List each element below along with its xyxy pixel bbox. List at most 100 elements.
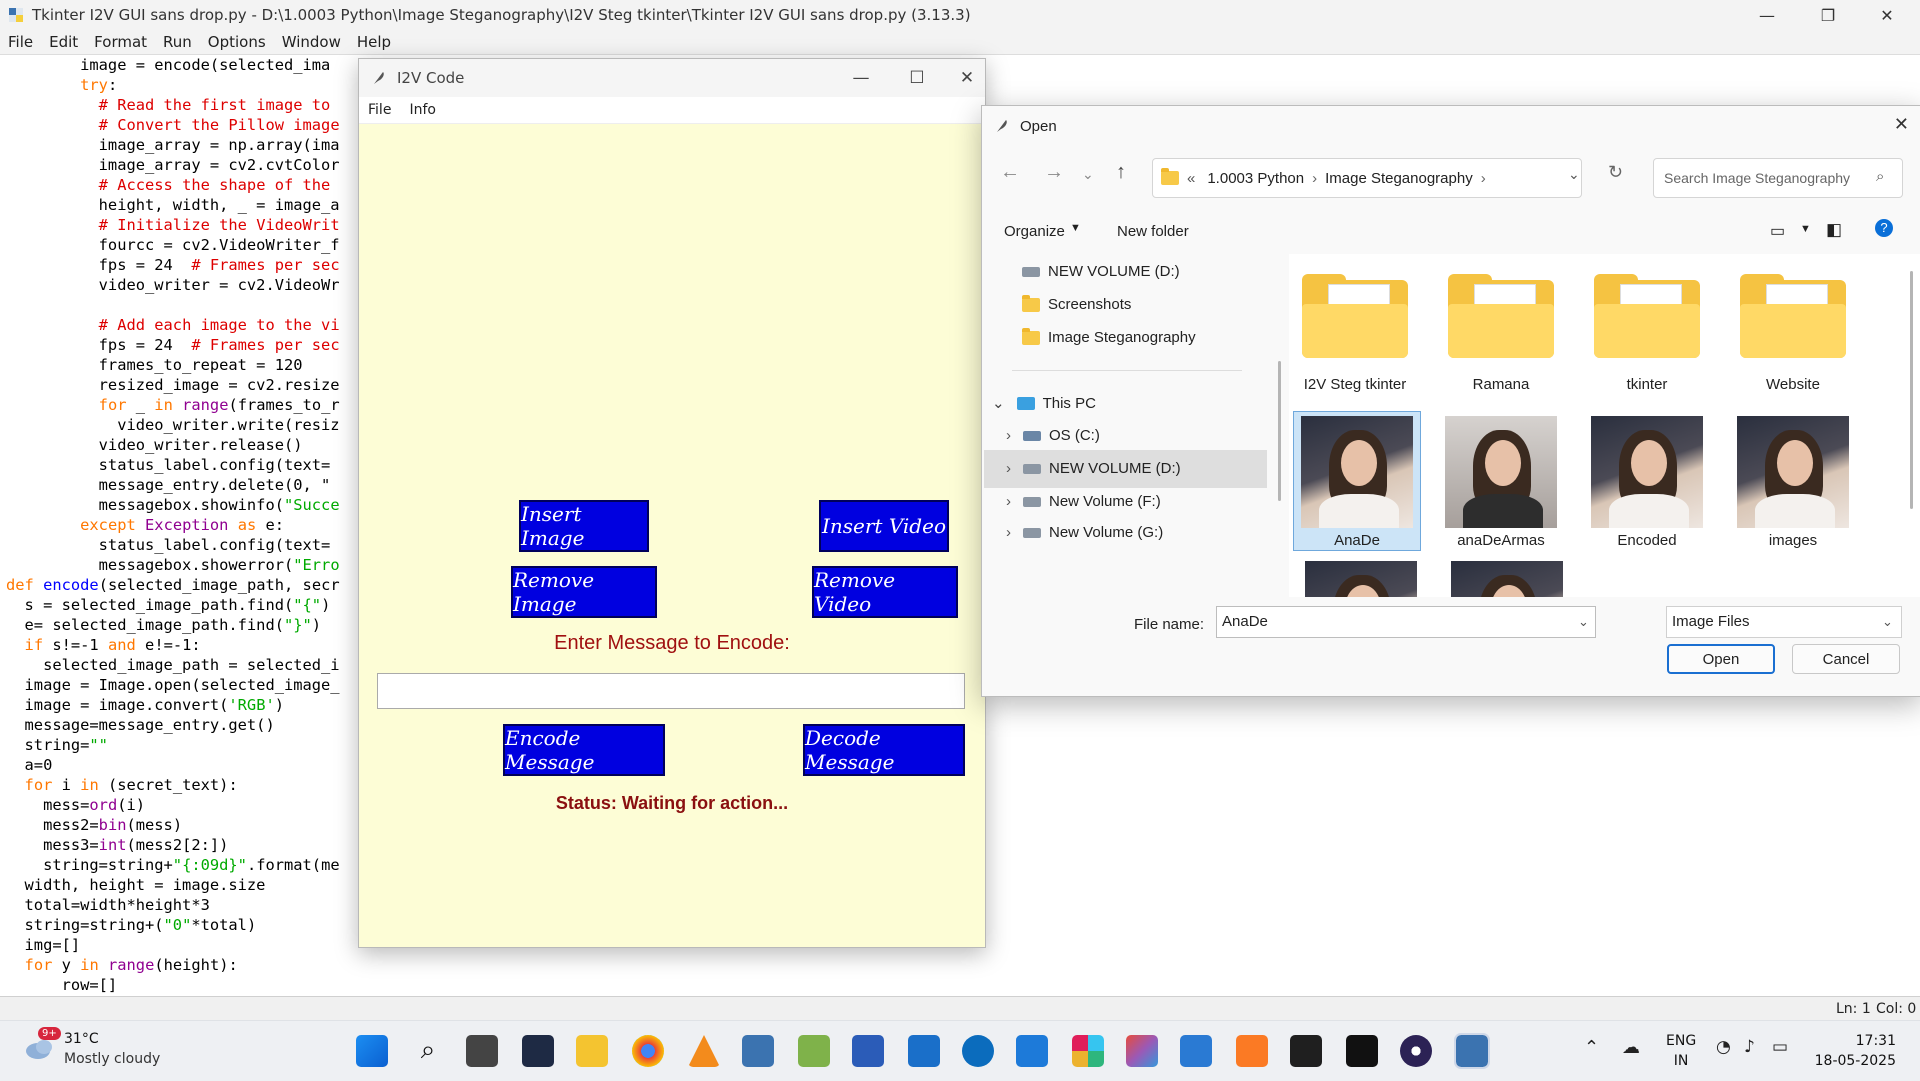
file-anade[interactable]: AnaDe (1293, 411, 1421, 551)
slack-icon[interactable] (1072, 1035, 1104, 1067)
clock[interactable]: 17:31 18-05-2025 (1815, 1031, 1896, 1071)
help-icon[interactable]: ? (1875, 219, 1893, 237)
content-scrollbar[interactable] (1910, 271, 1913, 509)
vlc-icon[interactable] (688, 1035, 720, 1067)
nav-item-image-steganography[interactable]: Image Steganography (1022, 327, 1196, 346)
folder-tkinter[interactable]: tkinter (1582, 274, 1712, 393)
nav-item-label: NEW VOLUME (D:) (1049, 460, 1181, 477)
search-input[interactable]: Search Image Steganography (1653, 158, 1903, 198)
python-idle-icon[interactable] (1454, 1033, 1490, 1069)
forward-arrow-icon[interactable]: → (1044, 161, 1064, 184)
menu-format[interactable]: Format (86, 33, 155, 51)
refresh-icon[interactable]: ↻ (1608, 162, 1623, 183)
dev-home-icon[interactable] (522, 1035, 554, 1067)
file-name-input[interactable]: AnaDe (1216, 606, 1596, 638)
minimize-button[interactable]: — (1744, 0, 1790, 30)
open-button[interactable]: Open (1667, 644, 1775, 674)
app-icon[interactable] (1126, 1035, 1158, 1067)
folder-ramana[interactable]: Ramana (1436, 274, 1566, 393)
nav-item-this-pc[interactable]: ⌄ This PC (992, 394, 1096, 413)
i2v-menu-file[interactable]: File (359, 102, 400, 118)
breadcrumb-overflow[interactable]: « (1187, 170, 1195, 187)
address-bar[interactable]: « 1.0003 Python › Image Steganography › (1152, 158, 1582, 198)
restore-button[interactable]: ❐ (1805, 0, 1851, 30)
insert-video-button[interactable]: Insert Video (819, 500, 949, 552)
caret-down-icon[interactable]: ▼ (1800, 223, 1811, 235)
preview-pane-icon[interactable]: ◧ (1826, 220, 1842, 240)
address-dropdown-icon[interactable]: ⌄ (1568, 166, 1580, 183)
nav-item-new-volume-g[interactable]: › New Volume (G:) (1006, 524, 1163, 541)
file-type-select[interactable]: Image Files (1666, 606, 1902, 638)
store-icon[interactable] (1016, 1035, 1048, 1067)
chevron-down-icon[interactable]: ⌄ (1578, 614, 1589, 630)
eclipse-icon[interactable] (1400, 1035, 1432, 1067)
chrome-icon[interactable] (632, 1035, 664, 1067)
menu-file[interactable]: File (0, 33, 41, 51)
cancel-button[interactable]: Cancel (1792, 644, 1900, 674)
nav-item-new-volume-d-drive[interactable]: › NEW VOLUME (D:) (1006, 460, 1181, 477)
nav-item-new-volume-f[interactable]: › New Volume (F:) (1006, 493, 1161, 510)
file-explorer-icon[interactable] (576, 1035, 608, 1067)
breadcrumb-python[interactable]: 1.0003 Python (1207, 170, 1304, 187)
nav-item-new-volume-d[interactable]: NEW VOLUME (D:) (1022, 263, 1180, 280)
word-icon[interactable] (852, 1035, 884, 1067)
i2v-minimize-button[interactable]: — (833, 59, 889, 97)
onedrive-icon[interactable]: ☁ (1622, 1037, 1640, 1058)
dell-icon[interactable] (962, 1035, 994, 1067)
chevron-down-icon[interactable]: ⌄ (1882, 614, 1893, 630)
up-arrow-icon[interactable]: ↑ (1116, 161, 1126, 184)
wifi-icon[interactable]: ◔ (1716, 1037, 1731, 1057)
i2v-menu-info[interactable]: Info (400, 102, 445, 118)
message-input[interactable] (377, 673, 965, 709)
powershell-icon[interactable] (1290, 1035, 1322, 1067)
encode-message-button[interactable]: Encode Message (503, 724, 665, 776)
folder-icon (1740, 274, 1846, 358)
breadcrumb-image-steganography[interactable]: Image Steganography (1325, 170, 1473, 187)
remove-video-button[interactable]: Remove Video (812, 566, 958, 618)
image-thumbnail (1737, 416, 1849, 528)
terminal-icon[interactable] (1346, 1035, 1378, 1067)
insert-image-button[interactable]: Insert Image (519, 500, 649, 552)
search-icon[interactable]: ⌕ (412, 1035, 444, 1067)
file-thumbnail-partial[interactable] (1442, 561, 1572, 597)
i2v-close-button[interactable]: ✕ (939, 59, 995, 97)
battery-icon[interactable]: ▭ (1772, 1037, 1788, 1057)
folder-website[interactable]: Website (1728, 274, 1858, 393)
folder-i2v-steg-tkinter[interactable]: I2V Steg tkinter (1290, 274, 1420, 393)
language-indicator[interactable]: ENG IN (1666, 1031, 1696, 1071)
organize-menu[interactable]: Organize (1004, 223, 1065, 240)
menu-run[interactable]: Run (155, 33, 200, 51)
menu-edit[interactable]: Edit (41, 33, 86, 51)
start-icon[interactable] (356, 1035, 388, 1067)
volume-icon[interactable]: ♪ (1744, 1037, 1755, 1057)
xampp-icon[interactable] (1236, 1035, 1268, 1067)
menu-help[interactable]: Help (349, 33, 399, 51)
weather-widget[interactable]: 9+ (24, 1027, 61, 1059)
nav-scrollbar[interactable] (1278, 361, 1281, 501)
view-icon[interactable]: ▭ (1770, 221, 1785, 241)
menu-window[interactable]: Window (274, 33, 349, 51)
nav-item-os-c[interactable]: › OS (C:) (1006, 427, 1100, 444)
nav-item-screenshots[interactable]: Screenshots (1022, 294, 1131, 313)
app-icon[interactable] (1180, 1035, 1212, 1067)
computer-icon (1016, 396, 1035, 410)
task-view-icon[interactable] (466, 1035, 498, 1067)
chevron-up-icon[interactable]: ⌃ (1584, 1037, 1599, 1058)
notepad-icon[interactable] (908, 1035, 940, 1067)
file-thumbnail-partial[interactable] (1296, 561, 1426, 597)
back-arrow-icon[interactable]: ← (1000, 161, 1020, 184)
recent-dropdown-icon[interactable]: ⌄ (1082, 166, 1094, 183)
file-anadearmas[interactable]: anaDeArmas (1436, 416, 1566, 549)
close-button[interactable]: ✕ (1864, 0, 1910, 30)
remove-image-button[interactable]: Remove Image (511, 566, 657, 618)
menu-options[interactable]: Options (200, 33, 274, 51)
file-images[interactable]: images (1728, 416, 1858, 549)
new-folder-button[interactable]: New folder (1117, 223, 1189, 240)
dialog-close-icon[interactable]: ✕ (1894, 114, 1909, 135)
image-editor-icon[interactable] (798, 1035, 830, 1067)
i2v-maximize-button[interactable]: ☐ (889, 59, 945, 97)
python-icon[interactable] (742, 1035, 774, 1067)
decode-message-button[interactable]: Decode Message (803, 724, 965, 776)
file-encoded[interactable]: Encoded (1582, 416, 1712, 549)
folder-icon (1022, 327, 1040, 345)
